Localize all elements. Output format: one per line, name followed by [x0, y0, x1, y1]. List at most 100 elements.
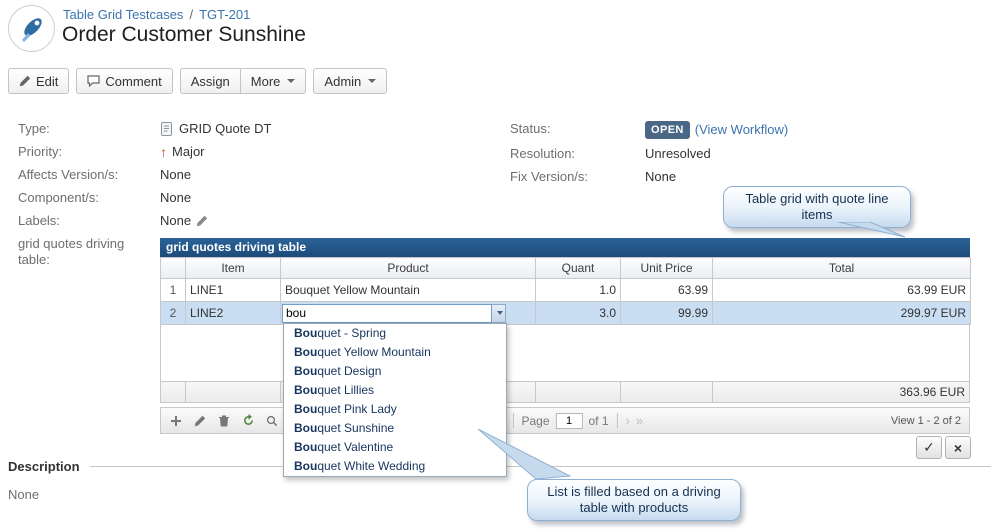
last-page-icon[interactable]: »: [636, 414, 643, 427]
cell-unit-price[interactable]: 63.99: [620, 278, 713, 302]
breadcrumb-project-link[interactable]: Table Grid Testcases: [63, 7, 183, 22]
column-header-rownum: [160, 257, 186, 279]
chevron-down-icon: [287, 79, 296, 83]
grid-row-2-selected[interactable]: 2 LINE2 3.0 99.99 299.97 EUR: [160, 301, 971, 325]
pager-divider: [616, 413, 618, 428]
grid-title-bar: grid quotes driving table: [160, 238, 970, 257]
more-button[interactable]: More: [239, 68, 307, 94]
dropdown-option[interactable]: Bouquet Design: [284, 362, 506, 381]
add-row-icon[interactable]: [169, 414, 183, 428]
callout-tail: [837, 222, 906, 238]
admin-button-label: Admin: [324, 73, 362, 89]
breadcrumb-issue-link[interactable]: TGT-201: [199, 7, 250, 22]
chevron-down-icon: [496, 311, 503, 315]
field-affects-versions: Affects Version/s: None: [18, 163, 498, 186]
field-label-resolution: Resolution:: [510, 146, 576, 161]
cell-unit-price[interactable]: 99.99: [620, 301, 713, 325]
search-icon[interactable]: [265, 414, 279, 428]
field-type: Type: GRID Quote DT: [18, 117, 498, 140]
table-grid: grid quotes driving table Item Product Q…: [160, 238, 971, 434]
next-page-icon[interactable]: ›: [626, 414, 630, 427]
breadcrumb-separator: /: [189, 7, 194, 22]
admin-button[interactable]: Admin: [313, 68, 388, 94]
page-label: Page: [521, 413, 550, 428]
field-value-resolution: Unresolved: [645, 146, 711, 161]
footer-total-cell: 363.96 EUR: [899, 385, 965, 399]
field-labels: Labels: None: [18, 209, 498, 232]
cell-rownum: 1: [160, 278, 186, 302]
field-components: Component/s: None: [18, 186, 498, 209]
dropdown-option[interactable]: Bouquet Pink Lady: [284, 400, 506, 419]
field-label-type: Type:: [18, 121, 50, 136]
field-value-type: GRID Quote DT: [160, 121, 271, 137]
status-badge: OPEN: [645, 121, 690, 139]
footer-cell: [161, 382, 186, 402]
field-label-fix-versions: Fix Version/s:: [510, 169, 589, 184]
field-label-status: Status:: [510, 121, 551, 136]
assign-button-label: Assign: [190, 73, 230, 89]
callout-driving-table: List is filled based on a driving table …: [527, 479, 741, 521]
product-input[interactable]: [282, 303, 492, 323]
description-heading: Description: [8, 459, 80, 474]
assign-button[interactable]: Assign: [179, 68, 241, 94]
field-priority: Priority: ↑ Major: [18, 140, 498, 163]
footer-cell: [536, 382, 621, 402]
grid-empty-area: [160, 325, 970, 381]
description-value: None: [8, 487, 40, 502]
pencil-icon: [19, 75, 31, 87]
dropdown-option[interactable]: Bouquet Yellow Mountain: [284, 343, 506, 362]
column-header-product[interactable]: Product: [280, 257, 536, 279]
cell-rownum: 2: [160, 301, 186, 325]
field-label-grid-table: grid quotes driving table:: [18, 236, 125, 267]
delete-row-icon[interactable]: [217, 414, 231, 428]
cell-quant[interactable]: 3.0: [535, 301, 621, 325]
footer-cell: [621, 382, 713, 402]
issue-type-icon: [161, 122, 172, 136]
page-number-input[interactable]: [555, 412, 583, 429]
cell-total[interactable]: 299.97 EUR: [712, 301, 971, 325]
pager-toolbar: [169, 413, 294, 428]
cell-item[interactable]: LINE1: [185, 278, 281, 302]
pager-divider: [512, 413, 514, 428]
field-value-priority: ↑ Major: [160, 144, 205, 160]
comment-button[interactable]: Comment: [76, 68, 173, 94]
priority-major-icon: ↑: [160, 144, 167, 160]
column-header-quant[interactable]: Quant: [535, 257, 621, 279]
issue-page: Table Grid Testcases / TGT-201 Order Cus…: [0, 0, 999, 532]
field-value-affects: None: [160, 167, 192, 182]
product-dropdown: Bouquet - Spring Bouquet Yellow Mountain B…: [283, 323, 507, 477]
cell-product[interactable]: Bouquet Yellow Mountain: [280, 278, 536, 302]
combo-dropdown-button[interactable]: [492, 303, 506, 323]
edit-confirm-buttons: ✓ ×: [916, 436, 971, 459]
cancel-button[interactable]: ×: [945, 436, 971, 459]
grid-row-1[interactable]: 1 LINE1 Bouquet Yellow Mountain 1.0 63.9…: [160, 278, 971, 302]
edit-button-label: Edit: [36, 73, 59, 89]
refresh-icon[interactable]: [241, 414, 255, 428]
page-of-label: of 1: [588, 413, 609, 428]
edit-row-icon[interactable]: [193, 414, 207, 428]
more-button-label: More: [250, 73, 281, 89]
dropdown-option[interactable]: Bouquet Lillies: [284, 381, 506, 400]
grid-header-row: Item Product Quant Unit Price Total: [160, 257, 971, 279]
toolbar: Edit Comment Assign More Admin: [8, 68, 388, 94]
column-header-unit-price[interactable]: Unit Price: [620, 257, 713, 279]
page-title: Order Customer Sunshine: [62, 23, 306, 46]
cell-item[interactable]: LINE2: [185, 301, 281, 325]
dropdown-option[interactable]: Bouquet Valentine: [284, 438, 506, 457]
callout-tail: [478, 429, 572, 480]
breadcrumb: Table Grid Testcases / TGT-201: [63, 7, 250, 22]
edit-labels-pencil-icon[interactable]: [196, 215, 208, 227]
view-workflow-link[interactable]: (View Workflow): [695, 122, 788, 138]
dropdown-option[interactable]: Bouquet Sunshine: [284, 419, 506, 438]
dropdown-option[interactable]: Bouquet White Wedding: [284, 457, 506, 476]
save-button[interactable]: ✓: [916, 436, 942, 459]
dropdown-option[interactable]: Bouquet - Spring: [284, 324, 506, 343]
column-header-item[interactable]: Item: [185, 257, 281, 279]
field-list-right: Status: OPEN (View Workflow) Resolution:…: [510, 117, 990, 188]
cell-quant[interactable]: 1.0: [535, 278, 621, 302]
field-value-labels: None: [160, 213, 208, 229]
column-header-total[interactable]: Total: [712, 257, 971, 279]
edit-button[interactable]: Edit: [8, 68, 70, 94]
cell-total[interactable]: 63.99 EUR: [712, 278, 971, 302]
assign-more-group: Assign More: [179, 68, 307, 94]
